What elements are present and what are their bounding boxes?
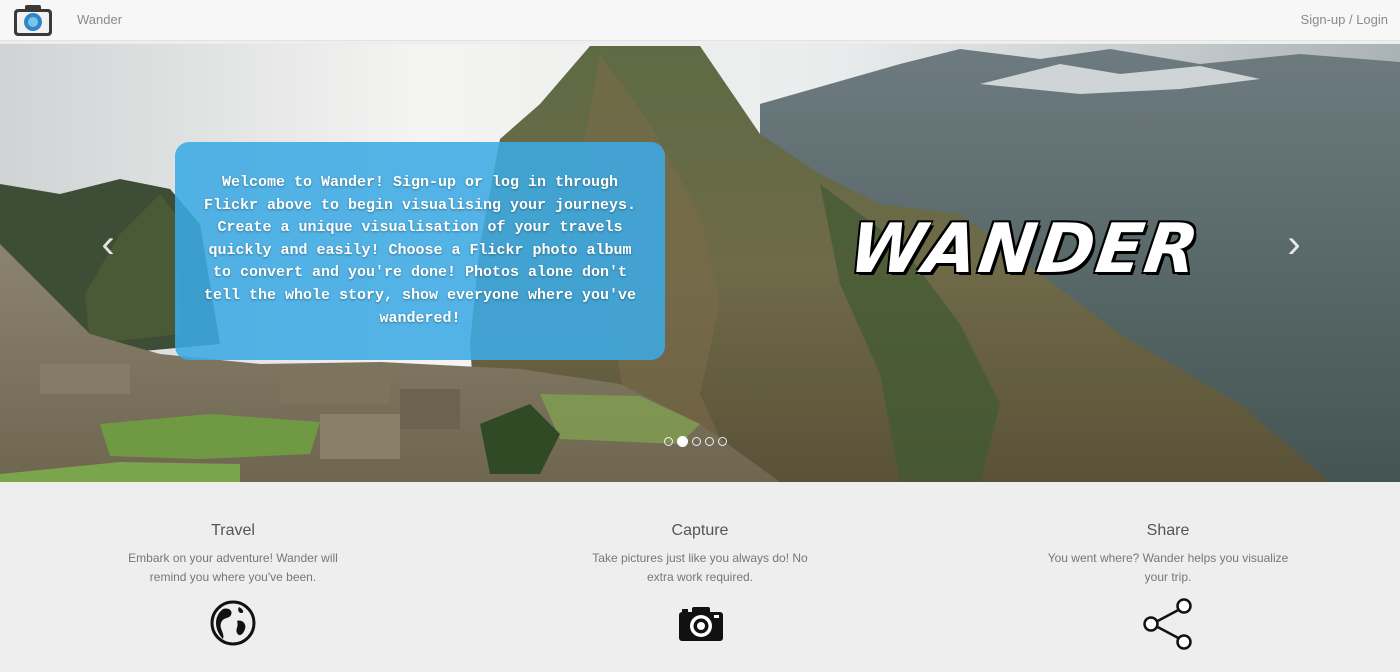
chevron-left-icon[interactable]: ‹ <box>90 224 126 264</box>
hero-title: WANDER <box>844 210 1206 289</box>
globe-icon <box>210 600 256 646</box>
feature-description: Embark on your adventure! Wander will rem… <box>128 551 338 584</box>
features-section: Travel Embark on your adventure! Wander … <box>0 482 1400 672</box>
welcome-caption: Welcome to Wander! Sign-up or log in thr… <box>175 142 665 360</box>
camera-logo-icon[interactable] <box>13 3 53 37</box>
carousel-dot[interactable] <box>692 437 701 446</box>
chevron-right-icon[interactable]: › <box>1276 224 1312 264</box>
feature-title: Capture <box>671 522 729 539</box>
feature-travel: Travel Embark on your adventure! Wander … <box>83 522 383 587</box>
signup-login-link[interactable]: Sign-up / Login <box>1301 12 1388 27</box>
hero-carousel: Welcome to Wander! Sign-up or log in thr… <box>0 44 1400 482</box>
carousel-dot[interactable] <box>705 437 714 446</box>
carousel-dot-active[interactable] <box>677 436 688 447</box>
camera-icon <box>679 607 723 641</box>
feature-share: Share You went where? Wander helps you v… <box>1018 522 1318 587</box>
carousel-indicators <box>664 436 727 447</box>
feature-title: Travel <box>211 522 255 539</box>
carousel-dot[interactable] <box>664 437 673 446</box>
brand-link[interactable]: Wander <box>77 12 122 27</box>
carousel-dot[interactable] <box>718 437 727 446</box>
feature-capture: Capture Take pictures just like you alwa… <box>550 522 850 587</box>
feature-description: Take pictures just like you always do! N… <box>592 551 808 584</box>
navbar: Wander Sign-up / Login <box>0 0 1400 41</box>
feature-title: Share <box>1146 522 1190 539</box>
feature-description: You went where? Wander helps you visuali… <box>1047 551 1289 584</box>
share-icon <box>1143 598 1192 650</box>
